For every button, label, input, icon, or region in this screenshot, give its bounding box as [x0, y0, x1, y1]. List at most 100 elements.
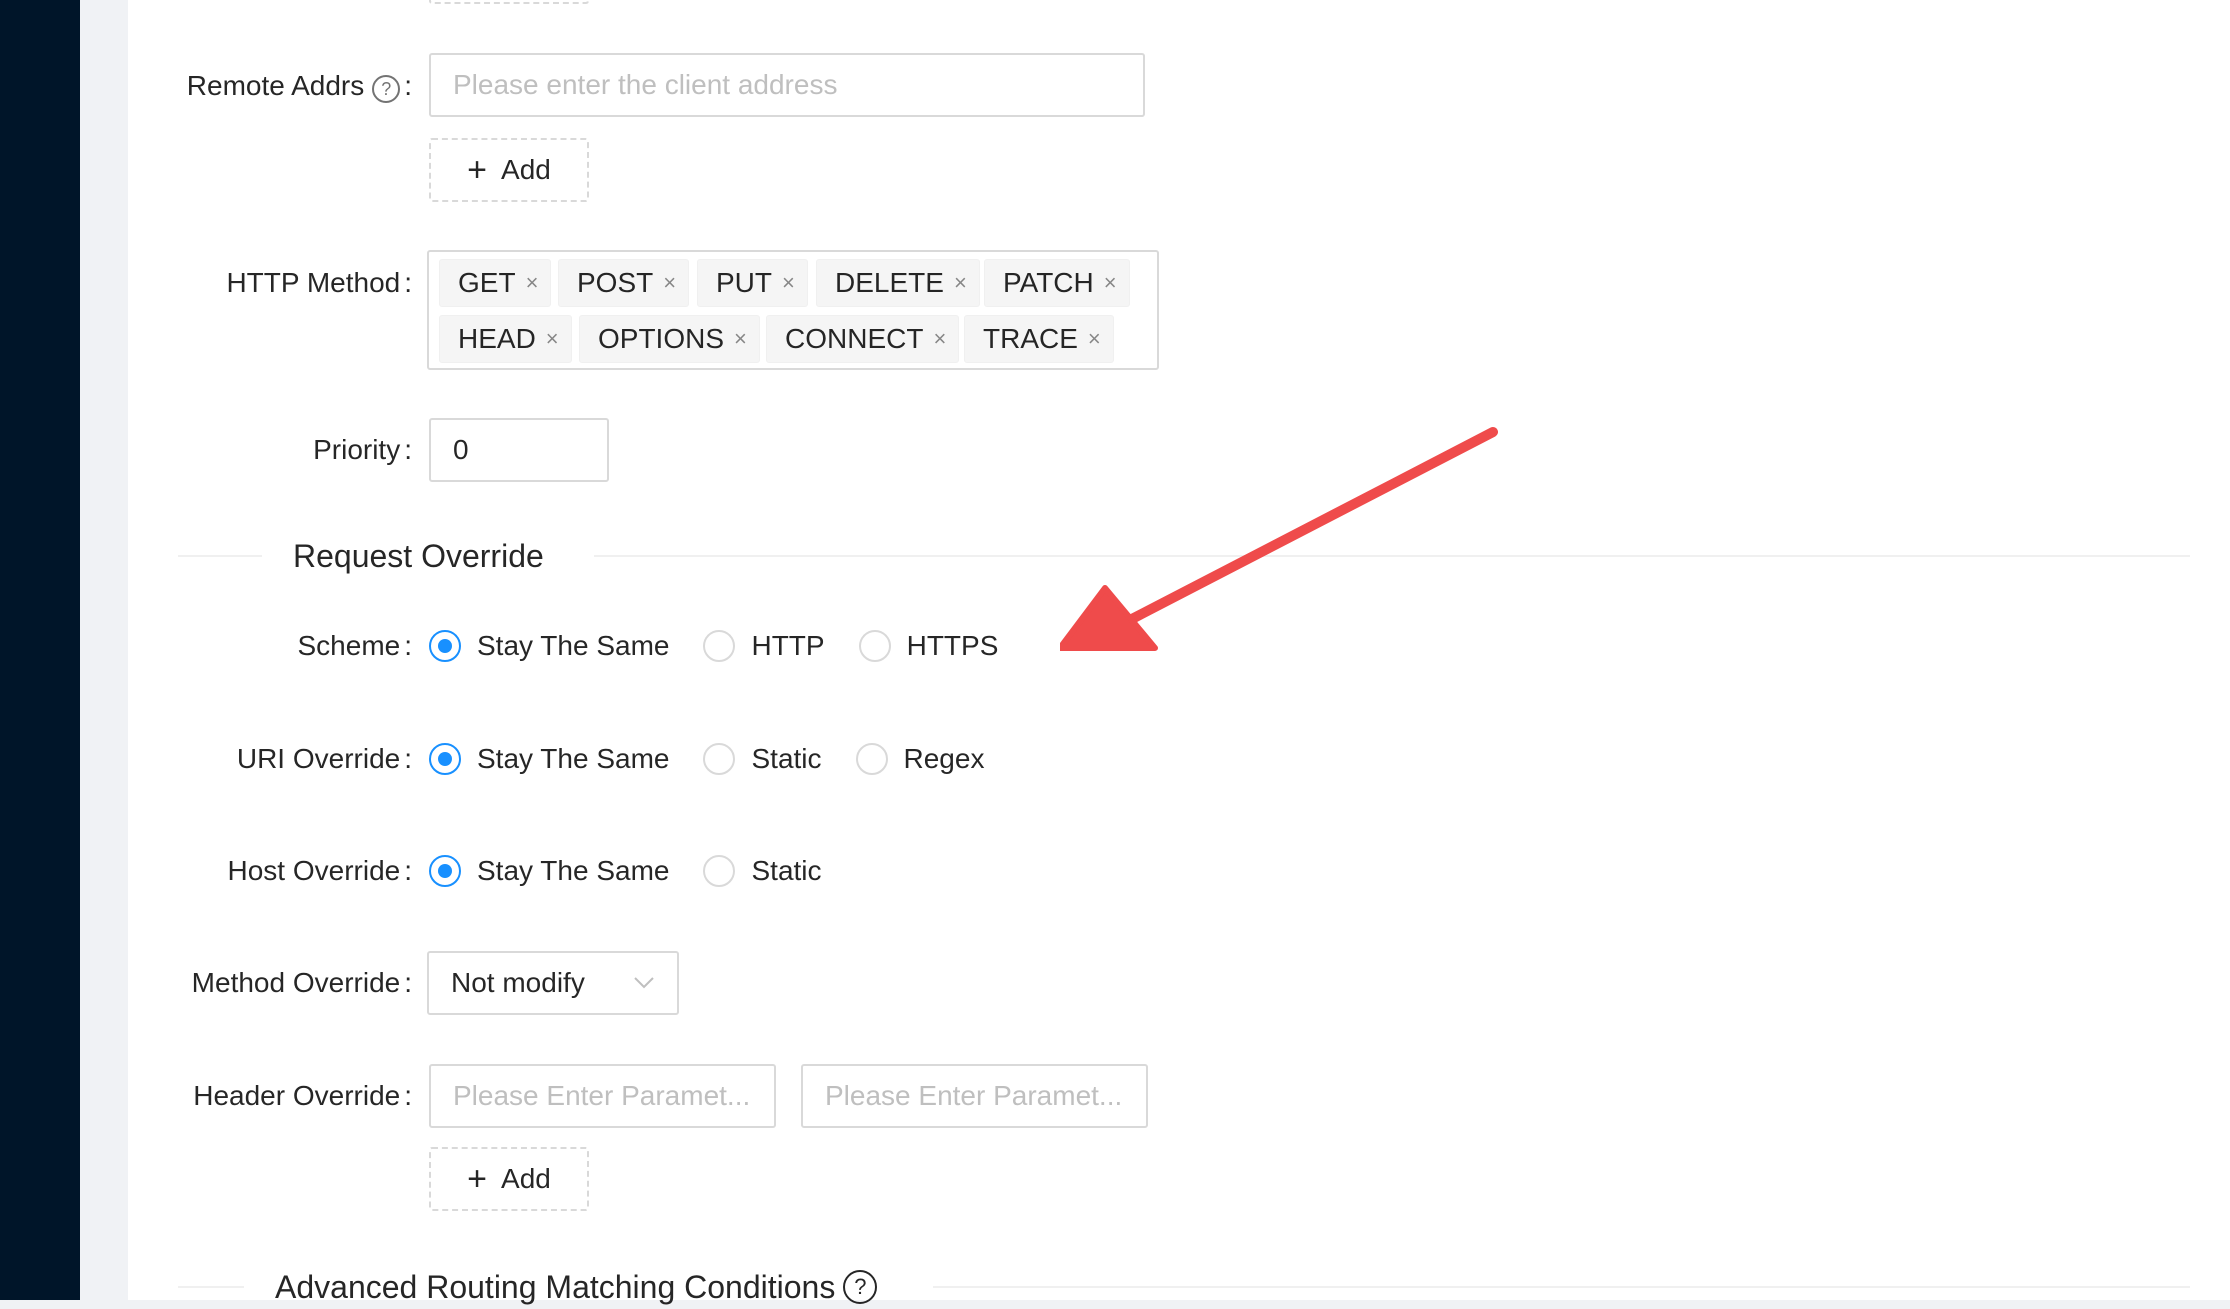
label-colon: : — [404, 743, 412, 774]
close-icon[interactable]: × — [546, 328, 559, 350]
host-override-radio-group: Stay The Same Static — [429, 851, 856, 891]
remote-addrs-input[interactable] — [429, 53, 1145, 117]
radio-label: Stay The Same — [477, 855, 670, 886]
advanced-divider-right — [933, 1286, 2190, 1288]
method-tag-delete: DELETE × — [816, 259, 980, 307]
uri-radio-regex[interactable]: Regex — [855, 743, 985, 775]
radio-unchecked[interactable] — [858, 630, 891, 662]
label-colon: : — [404, 1080, 412, 1111]
layout-gutter — [80, 0, 128, 1300]
uri-override-label: URI Override: — [237, 739, 412, 779]
close-icon[interactable]: × — [782, 272, 795, 294]
method-tag-post: POST × — [558, 259, 690, 307]
previous-add-button-edge — [429, 0, 589, 4]
scheme-radio-http[interactable]: HTTP — [703, 630, 825, 662]
priority-label-text: Priority — [313, 434, 401, 465]
add-button-label: Add — [501, 154, 551, 185]
app-sidebar — [0, 0, 80, 1300]
close-icon[interactable]: × — [663, 272, 676, 294]
method-tag-connect: CONNECT × — [766, 315, 960, 363]
tag-label: HEAD — [458, 323, 536, 354]
host-radio-static[interactable]: Static — [703, 855, 822, 887]
remote-addrs-label: Remote Addrs?: — [187, 66, 412, 106]
header-value-input[interactable] — [801, 1064, 1148, 1128]
annotation-arrow-icon — [1060, 427, 1498, 651]
select-value: Not modify — [451, 967, 585, 998]
radio-label: Static — [751, 743, 822, 774]
uri-radio-static[interactable]: Static — [703, 743, 822, 775]
uri-override-label-text: URI Override — [236, 743, 401, 774]
radio-label: Static — [751, 855, 822, 886]
tag-label: POST — [577, 267, 654, 298]
method-override-label: Method Override: — [192, 963, 412, 1003]
radio-unchecked[interactable] — [703, 743, 736, 775]
tag-label: TRACE — [983, 323, 1078, 354]
radio-label: HTTPS — [906, 630, 999, 661]
label-colon: : — [404, 267, 412, 298]
chevron-down-icon — [634, 977, 654, 989]
scheme-label-text: Scheme — [297, 630, 401, 661]
host-override-label: Host Override: — [228, 851, 413, 891]
radio-label: Regex — [903, 743, 985, 774]
remote-addrs-label-text: Remote Addrs — [186, 70, 365, 101]
question-circle-icon[interactable]: ? — [843, 1270, 878, 1304]
header-override-label-text: Header Override — [193, 1080, 401, 1111]
remote-addrs-add-button[interactable]: + Add — [429, 138, 589, 202]
close-icon[interactable]: × — [954, 272, 967, 294]
tag-label: DELETE — [835, 267, 944, 298]
close-icon[interactable]: × — [933, 328, 946, 350]
add-button-label: Add — [501, 1163, 551, 1194]
radio-label: Stay The Same — [477, 743, 670, 774]
uri-radio-stay[interactable]: Stay The Same — [429, 743, 669, 775]
question-circle-icon[interactable]: ? — [372, 75, 401, 103]
radio-unchecked[interactable] — [703, 855, 736, 887]
method-tag-trace: TRACE × — [964, 315, 1114, 363]
advanced-title-text: Advanced Routing Matching Conditions — [275, 1269, 836, 1305]
scheme-label: Scheme: — [298, 626, 413, 666]
close-icon[interactable]: × — [734, 328, 747, 350]
label-colon: : — [404, 70, 412, 101]
radio-checked[interactable] — [429, 630, 461, 662]
label-colon: : — [404, 434, 412, 465]
close-icon[interactable]: × — [1104, 272, 1117, 294]
method-tag-put: PUT × — [697, 259, 808, 307]
uri-override-radio-group: Stay The Same Static Regex — [429, 739, 1018, 779]
radio-unchecked[interactable] — [855, 743, 888, 775]
close-icon[interactable]: × — [526, 272, 539, 294]
scheme-radio-group: Stay The Same HTTP HTTPS — [429, 626, 1032, 666]
label-colon: : — [404, 967, 412, 998]
method-tag-get: GET × — [439, 259, 552, 307]
method-tag-options: OPTIONS × — [579, 315, 760, 363]
advanced-title: Advanced Routing Matching Conditions? — [275, 1265, 878, 1309]
close-icon[interactable]: × — [1088, 328, 1101, 350]
radio-label: Stay The Same — [477, 630, 670, 661]
method-override-label-text: Method Override — [191, 967, 401, 998]
http-method-select[interactable]: GET × POST × PUT × DELETE × PATCH × HEAD × OPT… — [427, 250, 1159, 370]
header-key-input[interactable] — [429, 1064, 776, 1128]
http-method-label: HTTP Method: — [226, 263, 412, 303]
label-colon: : — [404, 630, 412, 661]
http-method-label-text: HTTP Method — [226, 267, 401, 298]
scheme-radio-https[interactable]: HTTPS — [858, 630, 999, 662]
tag-label: OPTIONS — [598, 323, 725, 354]
tag-label: CONNECT — [785, 323, 924, 354]
host-radio-stay[interactable]: Stay The Same — [429, 855, 669, 887]
plus-icon: + — [467, 151, 488, 189]
method-tag-head: HEAD × — [439, 315, 572, 363]
tag-label: PATCH — [1003, 267, 1094, 298]
header-override-label: Header Override: — [193, 1076, 412, 1116]
radio-label: HTTP — [751, 630, 825, 661]
scheme-radio-stay[interactable]: Stay The Same — [429, 630, 669, 662]
plus-icon: + — [467, 1160, 488, 1198]
request-override-title-text: Request Override — [293, 538, 544, 574]
radio-checked[interactable] — [429, 855, 461, 887]
header-override-add-button[interactable]: + Add — [429, 1147, 589, 1211]
method-override-select[interactable]: Not modify — [427, 951, 679, 1015]
radio-checked[interactable] — [429, 743, 461, 775]
tag-label: PUT — [716, 267, 772, 298]
label-colon: : — [404, 855, 412, 886]
radio-unchecked[interactable] — [703, 630, 736, 662]
request-override-divider-left — [178, 555, 262, 557]
method-tag-patch: PATCH × — [984, 259, 1130, 307]
priority-input[interactable] — [429, 418, 609, 482]
